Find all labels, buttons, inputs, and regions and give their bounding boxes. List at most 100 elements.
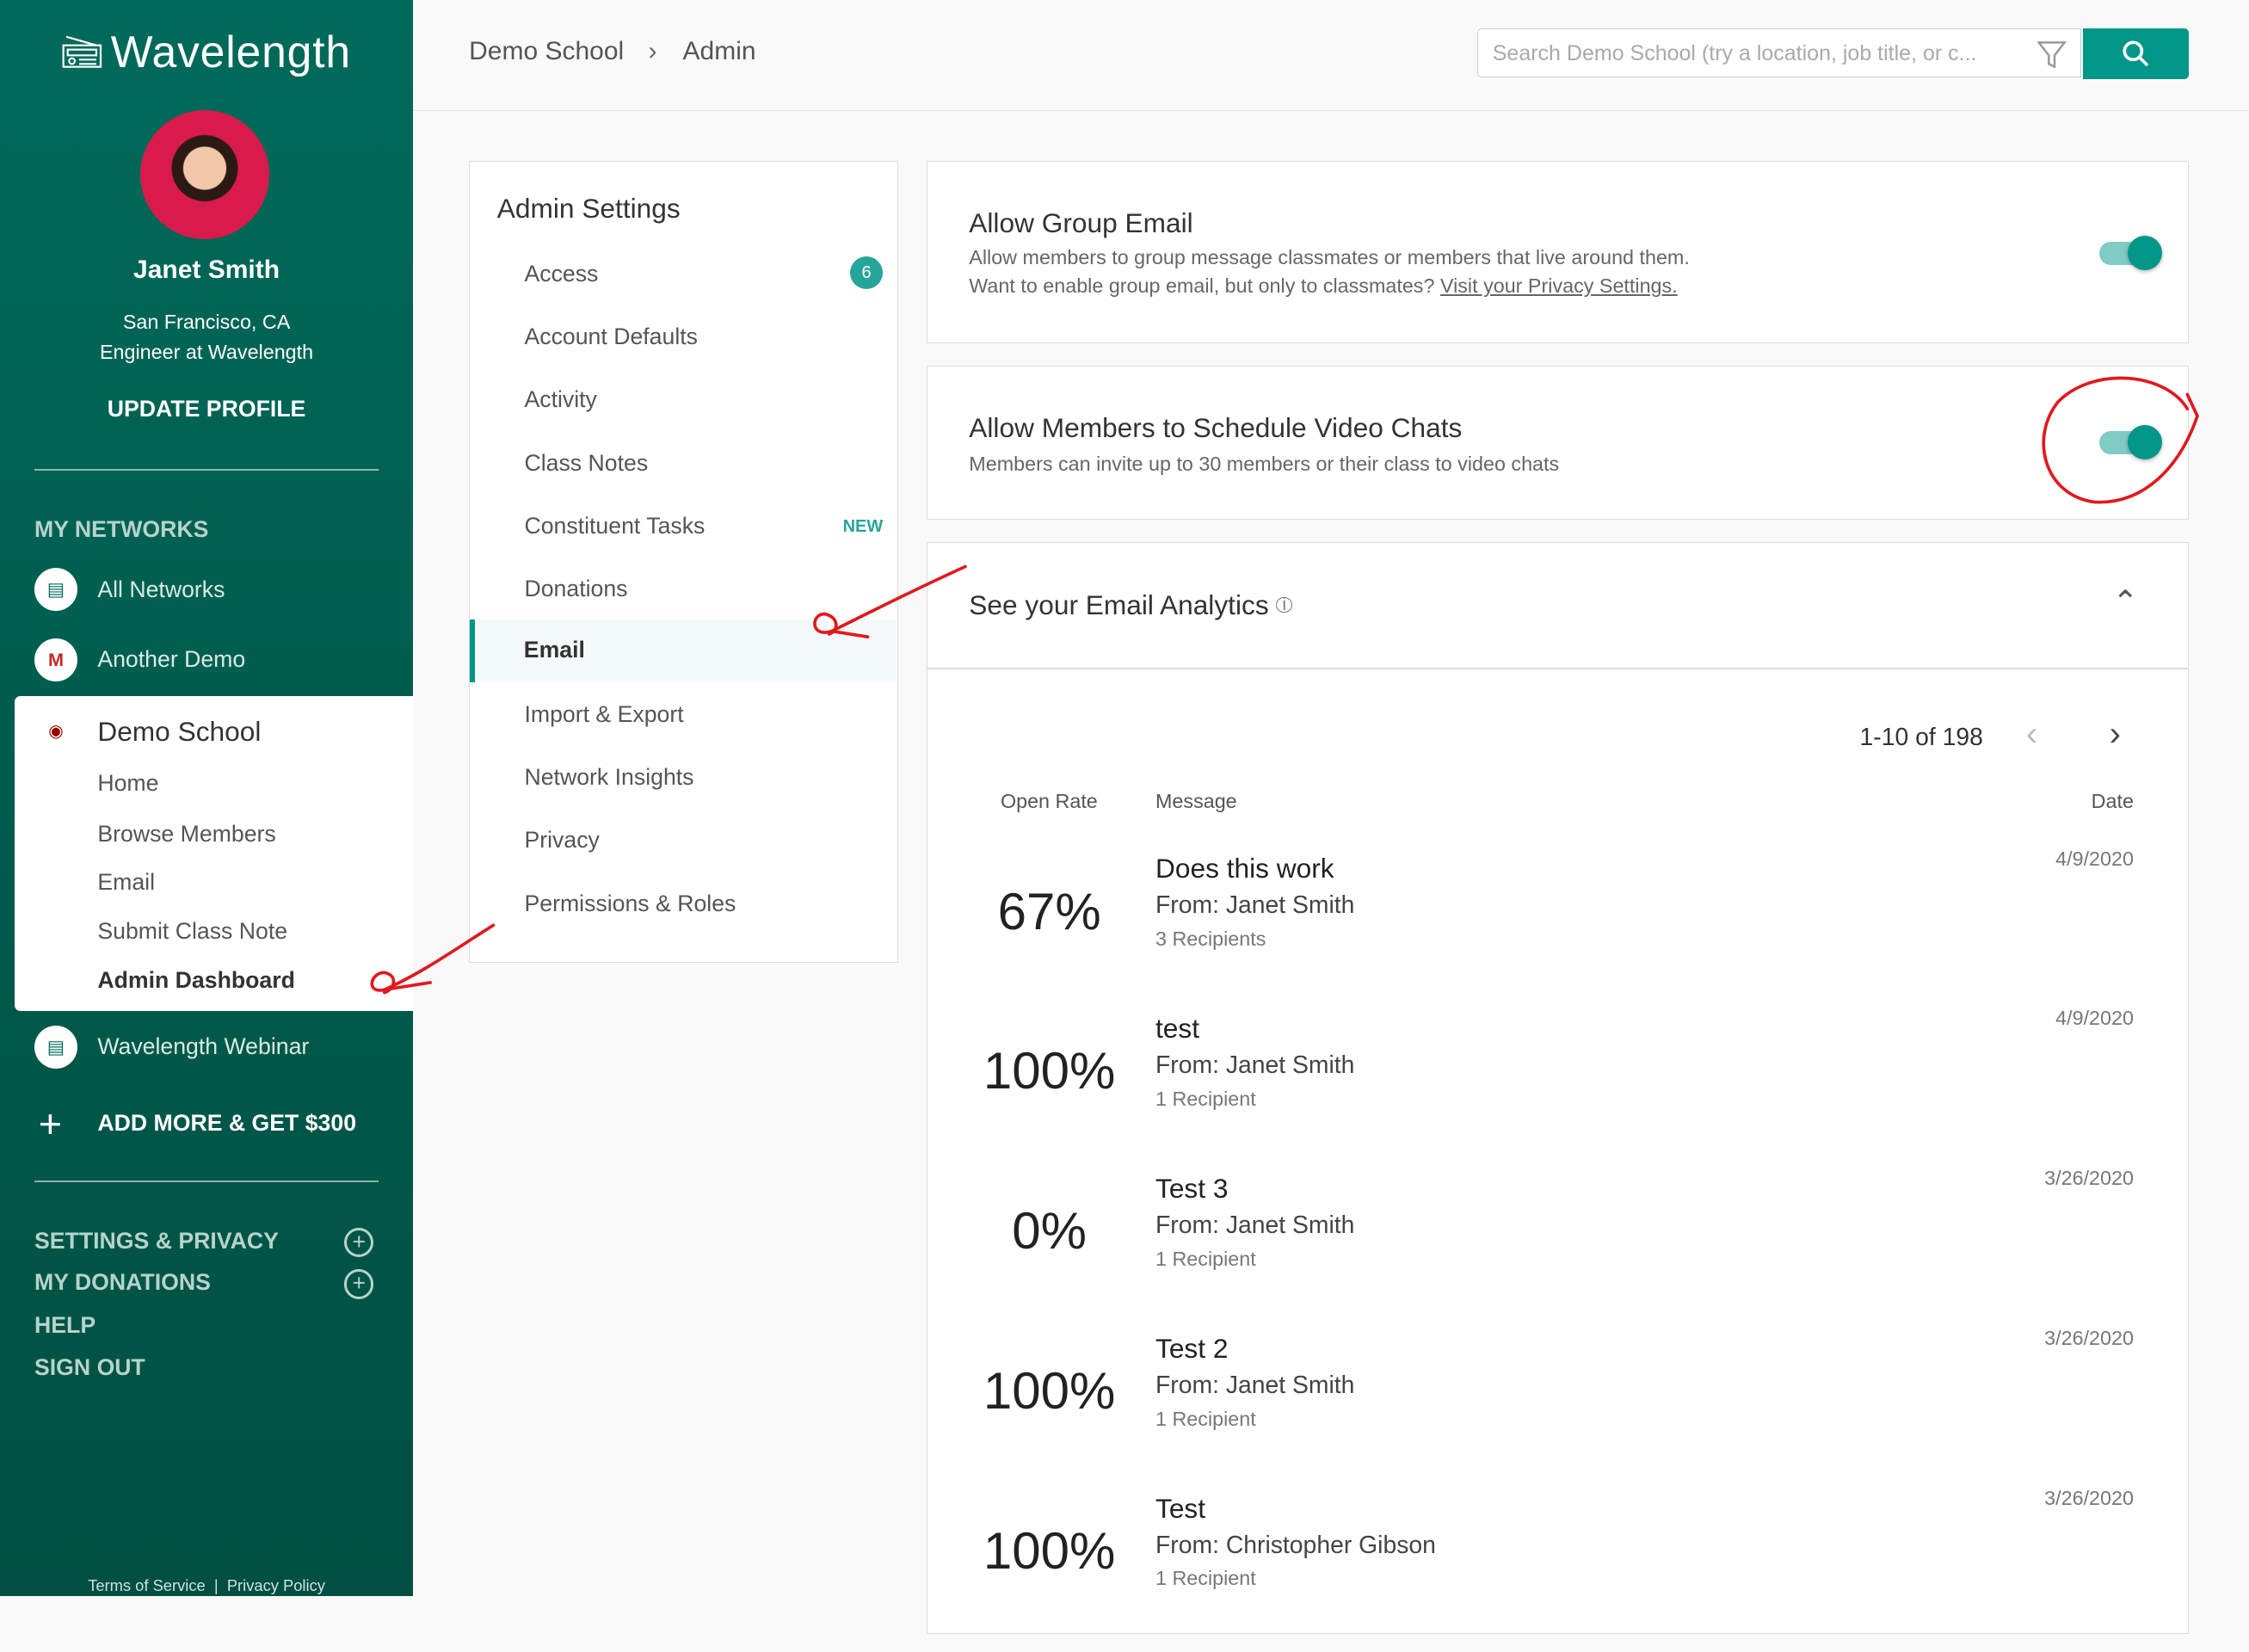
terms-link[interactable]: Terms of Service: [88, 1576, 205, 1594]
item-label: Privacy: [524, 827, 600, 854]
plus-icon: +: [38, 1100, 62, 1146]
settings-item-class-notes[interactable]: Class Notes: [470, 433, 897, 496]
user-name: Janet Smith: [133, 255, 280, 284]
message-sender: From: Janet Smith: [1155, 1051, 1355, 1080]
analytics-row[interactable]: 100% Test From: Christopher Gibson 1 Rec…: [927, 1487, 2188, 1652]
group-email-toggle[interactable]: [2098, 236, 2163, 271]
search-input[interactable]: Search Demo School (try a location, job …: [1477, 28, 2082, 78]
demo-school-submit-class-note-link[interactable]: Submit Class Note: [97, 918, 287, 945]
radio-icon: [62, 35, 102, 69]
network-label: All Networks: [97, 576, 225, 602]
analytics-row[interactable]: 100% test From: Janet Smith 1 Recipient …: [927, 1007, 2188, 1172]
network-label[interactable]: Demo School: [97, 716, 261, 748]
settings-item-email[interactable]: Email: [470, 619, 897, 682]
item-label: Permissions & Roles: [524, 890, 736, 916]
email-analytics-card: See your Email Analytics i ⌃ 1-10 of 198…: [926, 542, 2190, 1635]
desc-line: Allow members to group message classmate…: [969, 245, 1690, 268]
video-chats-toggle[interactable]: [2098, 425, 2163, 460]
privacy-link[interactable]: Privacy Policy: [227, 1576, 325, 1594]
video-chats-title: Allow Members to Schedule Video Chats: [969, 412, 1463, 444]
breadcrumb-admin: Admin: [682, 37, 756, 66]
network-another-demo[interactable]: M Another Demo: [34, 638, 245, 681]
item-label: Import & Export: [524, 700, 684, 727]
message-title[interactable]: Test 2: [1155, 1333, 1228, 1365]
network-wavelength-webinar[interactable]: ▤ Wavelength Webinar: [34, 1025, 310, 1069]
message-recipients: 1 Recipient: [1155, 1407, 1256, 1430]
open-rate: 100%: [983, 1522, 1116, 1581]
settings-item-network-insights[interactable]: Network Insights: [470, 747, 897, 810]
column-open-rate: Open Rate: [1000, 789, 1098, 812]
settings-item-privacy[interactable]: Privacy: [470, 810, 897, 872]
message-title[interactable]: Test 3: [1155, 1173, 1228, 1205]
settings-item-import-export[interactable]: Import & Export: [470, 684, 897, 747]
admin-settings-panel: Admin Settings Access 6 Account Defaults …: [469, 160, 898, 963]
expand-plus-icon[interactable]: +: [344, 1269, 374, 1299]
search-placeholder: Search Demo School (try a location, job …: [1492, 40, 1977, 65]
analytics-row[interactable]: 0% Test 3 From: Janet Smith 1 Recipient …: [927, 1167, 2188, 1332]
breadcrumb-demo-school[interactable]: Demo School: [469, 37, 624, 66]
expand-plus-icon[interactable]: +: [344, 1228, 374, 1258]
my-donations-link[interactable]: MY DONATIONS: [34, 1269, 211, 1296]
divider: [34, 1180, 379, 1182]
footer: Terms of Service | Privacy Policy: [0, 1576, 413, 1595]
demo-school-home-link[interactable]: Home: [97, 770, 158, 797]
demo-school-email-link[interactable]: Email: [97, 869, 155, 896]
settings-item-donations[interactable]: Donations: [470, 558, 897, 621]
admin-settings-title: Admin Settings: [496, 193, 681, 225]
settings-item-permissions-roles[interactable]: Permissions & Roles: [470, 873, 897, 936]
app-name: Wavelength: [110, 27, 351, 77]
radio-icon: ▤: [34, 1025, 77, 1069]
prev-page-chevron-icon[interactable]: ‹: [2026, 715, 2037, 754]
network-label: Another Demo: [97, 646, 246, 673]
analytics-title[interactable]: See your Email Analytics i: [969, 589, 1293, 621]
avatar[interactable]: [140, 110, 270, 240]
user-location: San Francisco, CA: [122, 310, 291, 333]
chevron-right-icon: ›: [648, 37, 657, 66]
message-date: 3/26/2020: [2044, 1327, 2134, 1350]
update-profile-button[interactable]: UPDATE PROFILE: [0, 396, 413, 422]
analytics-row[interactable]: 67% Does this work From: Janet Smith 3 R…: [927, 848, 2188, 1012]
app-logo[interactable]: Wavelength: [0, 26, 413, 77]
search-button[interactable]: [2082, 28, 2189, 79]
filter-icon[interactable]: [2037, 40, 2067, 69]
column-message: Message: [1155, 789, 1237, 812]
desc-line: Want to enable group email, but only to …: [969, 274, 1435, 298]
group-email-card: Allow Group Email Allow members to group…: [926, 160, 2190, 343]
analytics-row[interactable]: 100% Test 2 From: Janet Smith 1 Recipien…: [927, 1327, 2188, 1492]
demo-school-admin-dashboard-link[interactable]: Admin Dashboard: [97, 967, 295, 994]
settings-item-access[interactable]: Access 6: [470, 243, 897, 306]
message-sender: From: Janet Smith: [1155, 1371, 1355, 1399]
collapse-chevron-up-icon[interactable]: ⌃: [2112, 583, 2139, 620]
demo-school-browse-members-link[interactable]: Browse Members: [97, 821, 275, 848]
divider: [34, 469, 379, 471]
item-label: Constituent Tasks: [524, 513, 706, 539]
settings-item-activity[interactable]: Activity: [470, 369, 897, 432]
message-date: 4/9/2020: [2055, 847, 2134, 870]
add-more-networks-button[interactable]: + ADD MORE & GET $300: [34, 1100, 356, 1147]
message-title[interactable]: test: [1155, 1013, 1199, 1045]
count-badge: 6: [849, 256, 884, 290]
radio-icon: ▤: [34, 568, 77, 612]
open-rate: 100%: [983, 1042, 1116, 1100]
column-date: Date: [2091, 789, 2134, 812]
search-icon: [2123, 40, 2148, 67]
user-title: Engineer at Wavelength: [99, 340, 314, 363]
sign-out-link[interactable]: SIGN OUT: [34, 1354, 145, 1381]
privacy-settings-link[interactable]: Visit your Privacy Settings.: [1440, 274, 1678, 297]
message-sender: From: Christopher Gibson: [1155, 1531, 1436, 1559]
network-all-networks[interactable]: ▤ All Networks: [34, 568, 225, 612]
item-label: Access: [524, 260, 599, 287]
network-demo-school: ◉ Demo School Home Browse Members Email …: [14, 695, 414, 1012]
network-label: Wavelength Webinar: [97, 1033, 310, 1060]
settings-item-account-defaults[interactable]: Account Defaults: [470, 306, 897, 369]
message-title[interactable]: Does this work: [1155, 853, 1334, 885]
item-label: Donations: [524, 576, 628, 602]
info-icon[interactable]: i: [1276, 595, 1293, 613]
next-page-chevron-icon[interactable]: ›: [2110, 715, 2121, 754]
help-link[interactable]: HELP: [34, 1312, 96, 1339]
message-sender: From: Janet Smith: [1155, 891, 1355, 920]
settings-item-constituent-tasks[interactable]: Constituent Tasks NEW: [470, 496, 897, 558]
settings-privacy-link[interactable]: SETTINGS & PRIVACY: [34, 1228, 279, 1254]
group-email-title: Allow Group Email: [969, 207, 1193, 239]
message-title[interactable]: Test: [1155, 1493, 1205, 1525]
